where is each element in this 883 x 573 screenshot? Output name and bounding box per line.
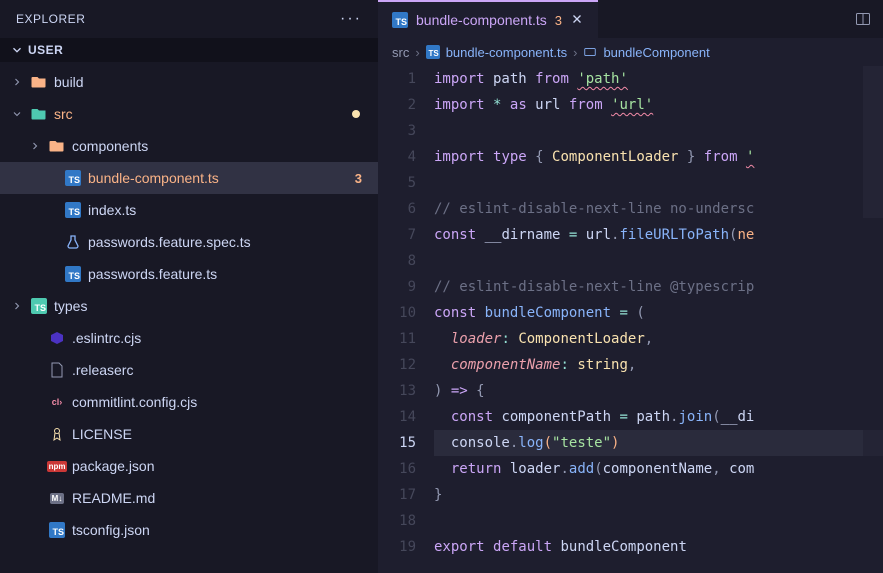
tree-item-label: commitlint.config.cjs — [72, 394, 368, 410]
ts-icon: TS — [64, 169, 82, 187]
folder-icon — [30, 73, 48, 91]
code-editor[interactable]: 12345678910111213141516171819 import pat… — [378, 66, 883, 573]
tree-item-label: .eslintrc.cjs — [72, 330, 368, 346]
tsconfig-icon: TS — [48, 521, 66, 539]
breadcrumb-folder[interactable]: src — [392, 45, 409, 60]
breadcrumb-file[interactable]: bundle-component.ts — [446, 45, 567, 60]
chevron-down-icon — [10, 43, 24, 57]
tree-folder[interactable]: TS types — [0, 290, 378, 322]
line-number-gutter: 12345678910111213141516171819 — [378, 66, 434, 573]
lightbulb-icon[interactable]: 💡 — [434, 404, 435, 430]
tree-folder[interactable]: components — [0, 130, 378, 162]
tree-file[interactable]: cl› commitlint.config.cjs — [0, 386, 378, 418]
close-tab-button[interactable] — [570, 12, 584, 29]
typescript-icon: TS — [426, 45, 440, 59]
tree-file[interactable]: TS tsconfig.json — [0, 514, 378, 546]
sidebar-title: EXPLORER — [16, 12, 85, 26]
tree-item-label: passwords.feature.spec.ts — [88, 234, 368, 250]
more-actions-button[interactable]: ··· — [340, 10, 362, 28]
close-icon — [570, 12, 584, 26]
problems-badge: 3 — [355, 171, 368, 186]
tree-item-label: package.json — [72, 458, 368, 474]
minimap[interactable] — [863, 66, 883, 573]
tree-file[interactable]: .eslintrc.cjs — [0, 322, 378, 354]
md-icon: M↓ — [48, 489, 66, 507]
commitlint-icon: cl› — [48, 393, 66, 411]
chevron-down-icon — [10, 107, 24, 121]
folder-ts-icon: TS — [30, 297, 48, 315]
tree-folder[interactable]: build — [0, 66, 378, 98]
sidebar-section-header[interactable]: USER — [0, 38, 378, 62]
tree-file[interactable]: TS passwords.feature.ts — [0, 258, 378, 290]
tree-item-label: components — [72, 138, 368, 154]
tree-item-label: README.md — [72, 490, 368, 506]
tree-item-label: LICENSE — [72, 426, 368, 442]
tree-file[interactable]: .releaserc — [0, 354, 378, 386]
ts-icon: TS — [64, 265, 82, 283]
tree-item-label: passwords.feature.ts — [88, 266, 368, 282]
tree-file[interactable]: passwords.feature.spec.ts — [0, 226, 378, 258]
tree-folder[interactable]: src — [0, 98, 378, 130]
chevron-right-icon — [28, 139, 42, 153]
explorer-sidebar: EXPLORER ··· USER buildsrccomponentsTSbu… — [0, 0, 378, 573]
tree-file[interactable]: LICENSE — [0, 418, 378, 450]
tree-file[interactable]: npm package.json — [0, 450, 378, 482]
editor-area: TS bundle-component.ts 3 src › TS bundle… — [378, 0, 883, 573]
tab-bar: TS bundle-component.ts 3 — [378, 0, 883, 38]
folder-icon — [48, 137, 66, 155]
tree-item-label: .releaserc — [72, 362, 368, 378]
tree-file[interactable]: TS index.ts — [0, 194, 378, 226]
folder-src-icon — [30, 105, 48, 123]
test-icon — [64, 233, 82, 251]
ts-icon: TS — [64, 201, 82, 219]
sidebar-header: EXPLORER ··· — [0, 0, 378, 38]
typescript-icon: TS — [392, 12, 408, 28]
tree-file[interactable]: TS bundle-component.ts 3 — [0, 162, 378, 194]
tab-label: bundle-component.ts — [416, 12, 547, 28]
symbol-icon — [583, 45, 597, 59]
tree-item-label: types — [54, 298, 368, 314]
tree-item-label: index.ts — [88, 202, 368, 218]
tree-item-label: src — [54, 106, 346, 122]
split-editor-button[interactable] — [843, 0, 883, 38]
code-body[interactable]: import path from 'path'import * as url f… — [434, 66, 883, 573]
modified-indicator — [352, 110, 360, 118]
breadcrumb-symbol[interactable]: bundleComponent — [603, 45, 709, 60]
file-icon — [48, 361, 66, 379]
npm-icon: npm — [48, 457, 66, 475]
editor-tab[interactable]: TS bundle-component.ts 3 — [378, 0, 598, 38]
tab-problems-badge: 3 — [555, 13, 562, 28]
license-icon — [48, 425, 66, 443]
tree-item-label: build — [54, 74, 368, 90]
breadcrumb-separator: › — [573, 45, 577, 60]
breadcrumb-separator: › — [415, 45, 419, 60]
eslint-icon — [48, 329, 66, 347]
chevron-right-icon — [10, 299, 24, 313]
chevron-right-icon — [10, 75, 24, 89]
tree-item-label: bundle-component.ts — [88, 170, 349, 186]
breadcrumb[interactable]: src › TS bundle-component.ts › bundleCom… — [378, 38, 883, 66]
tab-bar-spacer — [598, 0, 843, 38]
file-tree: build src components TS bundle-component.ts 3… — [0, 62, 378, 573]
split-icon — [855, 11, 871, 27]
tree-file[interactable]: M↓ README.md — [0, 482, 378, 514]
tree-item-label: tsconfig.json — [72, 522, 368, 538]
section-label: USER — [28, 43, 63, 57]
